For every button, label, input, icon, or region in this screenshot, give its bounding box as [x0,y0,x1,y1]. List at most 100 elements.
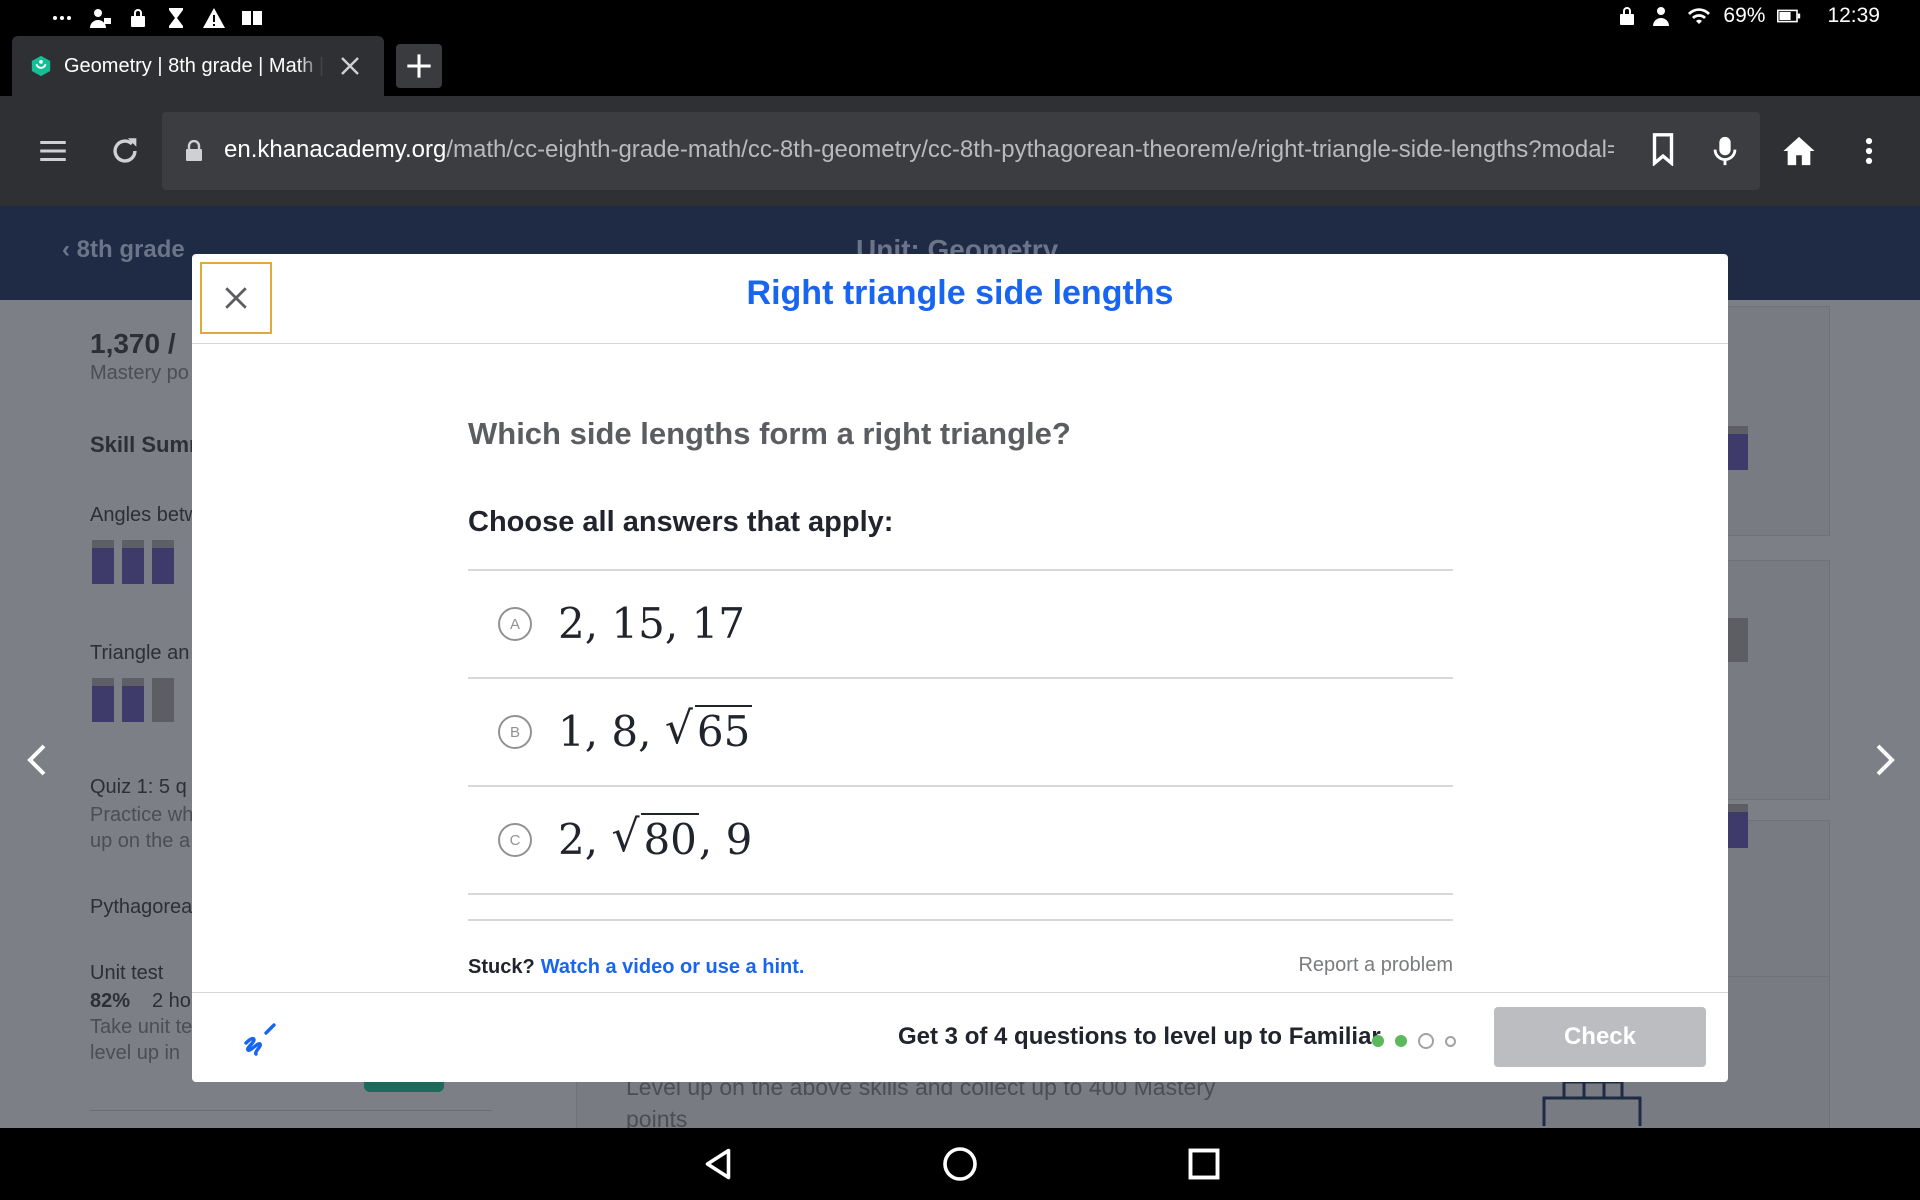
battery-icon [1777,4,1801,28]
hint-link[interactable]: Watch a video or use a hint. [541,956,805,978]
lock-icon [126,6,150,30]
choice-value: 2, [558,815,612,864]
skill-triangle-angles[interactable]: Triangle an [90,642,189,665]
square-root: √ 80 [611,811,699,864]
user-icon [1651,4,1675,28]
unit-test-desc-line-1: Take unit te [90,1016,193,1038]
progress-dot-complete [1372,1035,1384,1047]
radical-sign: √ [664,703,693,754]
stuck-label: Stuck? [468,956,535,978]
mastery-points: 1,370 / [90,328,176,359]
mastery-bar [122,540,144,584]
choice-letter: B [498,715,532,749]
choice-math: 2, √ 80, 9 [558,811,753,864]
more-notifications-icon [50,6,74,30]
new-tab-button[interactable] [396,44,442,88]
unit-test-title[interactable]: Unit test [90,962,163,985]
menu-icon[interactable] [36,134,70,168]
mastery-label: Mastery po [90,362,189,384]
skill-triangle-mastery [92,678,174,722]
previous-arrow-icon[interactable] [22,740,54,780]
clock: 12:39 [1827,4,1880,27]
quiz-desc-line-1: Practice wh [90,804,194,826]
radical-sign: √ [611,811,640,862]
question-text: Which side lengths form a right triangle… [468,416,1071,451]
hourglass-icon [164,6,188,30]
back-icon[interactable] [700,1146,736,1182]
scratchpad-icon[interactable] [238,1021,278,1061]
answer-instructions: Choose all answers that apply: [468,506,894,538]
home-circle-icon[interactable] [942,1146,978,1182]
unit-test-desc-line-2: level up in [90,1042,181,1064]
choice-value: , 9 [698,815,753,864]
bookmark-icon[interactable] [1646,132,1680,167]
plus-icon [407,54,431,78]
url-text: en.khanacademy.org/math/cc-eighth-grade-… [224,136,1614,164]
overflow-menu-icon[interactable] [1852,134,1886,168]
exercise-modal: Right triangle side lengths Which side l… [192,254,1728,1082]
microphone-icon[interactable] [1708,134,1742,168]
quiz-title[interactable]: Quiz 1: 5 q [90,776,187,799]
progress-dot-empty [1445,1035,1456,1047]
wifi-icon [1687,4,1711,28]
recents-icon[interactable] [1186,1146,1222,1182]
answer-choices: A 2, 15, 17 B 1, 8, √ 65 C 2, √ 80, 9 [468,569,1453,895]
skill-pythagorean[interactable]: Pythagorea [90,896,192,919]
navigation-bar [0,1128,1920,1200]
browser-toolbar: en.khanacademy.org/math/cc-eighth-grade-… [0,96,1920,206]
report-problem-link[interactable]: Report a problem [1292,954,1453,977]
levelup-text-line-2: points [626,1106,688,1128]
mastery-bar [1728,426,1748,470]
mastery-bar [152,678,174,722]
mastery-bar [152,540,174,584]
mastery-bar [122,678,144,722]
mastery-bar [1728,804,1748,848]
stuck-prompt: Stuck? Watch a video or use a hint. [468,956,804,979]
quiz-desc-line-2: up on the a [90,830,191,852]
warning-icon [202,6,226,30]
progress-dot-complete [1395,1035,1407,1047]
modal-title: Right triangle side lengths [746,274,1174,312]
radicand: 65 [694,705,753,756]
browser-tab[interactable]: Geometry | 8th grade | Math | Khan Acade… [12,36,384,96]
tab-title: Geometry | 8th grade | Math | Khan Acade… [64,54,324,77]
square-root: √ 65 [665,703,753,756]
address-bar[interactable]: en.khanacademy.org/math/cc-eighth-grade-… [162,112,1760,190]
modal-header: Right triangle side lengths [192,254,1728,344]
check-button[interactable]: Check [1494,1007,1706,1067]
back-link-label: 8th grade [76,236,185,263]
choice-value: 2, 15, 17 [558,599,746,648]
url-path: /math/cc-eighth-grade-math/cc-8th-geomet… [446,136,1614,163]
reading-icon [240,6,264,30]
skill-angles[interactable]: Angles betw [90,504,199,527]
choice-letter: C [498,823,532,857]
url-domain: en.khanacademy.org [224,136,447,163]
choice-value: 1, 8, [558,707,665,756]
tab-strip: Geometry | 8th grade | Math | Khan Acade… [0,36,1920,96]
answer-choice-c[interactable]: C 2, √ 80, 9 [468,787,1453,895]
progress-dots [1372,1033,1456,1049]
mastery-bar [92,678,114,722]
modal-footer: Get 3 of 4 questions to level up to Fami… [192,992,1728,1082]
close-tab-icon[interactable] [338,54,362,78]
lock-icon [1615,4,1639,28]
mastery-bar [1728,618,1748,662]
mastery-bar [92,540,114,584]
khan-academy-favicon-icon [31,55,51,77]
secure-lock-icon [186,140,202,161]
choice-math: 2, 15, 17 [558,599,745,648]
answer-choice-b[interactable]: B 1, 8, √ 65 [468,679,1453,787]
user-icon [88,6,112,30]
answer-choice-a[interactable]: A 2, 15, 17 [468,571,1453,679]
home-icon[interactable] [1782,134,1816,168]
choice-math: 1, 8, √ 65 [558,703,753,756]
reload-icon[interactable] [108,134,142,168]
divider [468,919,1453,921]
back-link[interactable]: ‹ 8th grade [62,236,185,264]
unit-test-percent: 82% [90,990,131,1012]
status-bar: 69% 12:39 [0,0,1920,36]
progress-dot-current [1418,1033,1434,1049]
level-up-message: Get 3 of 4 questions to level up to Fami… [898,1023,1381,1050]
choice-letter: A [498,607,532,641]
next-arrow-icon[interactable] [1868,740,1900,780]
